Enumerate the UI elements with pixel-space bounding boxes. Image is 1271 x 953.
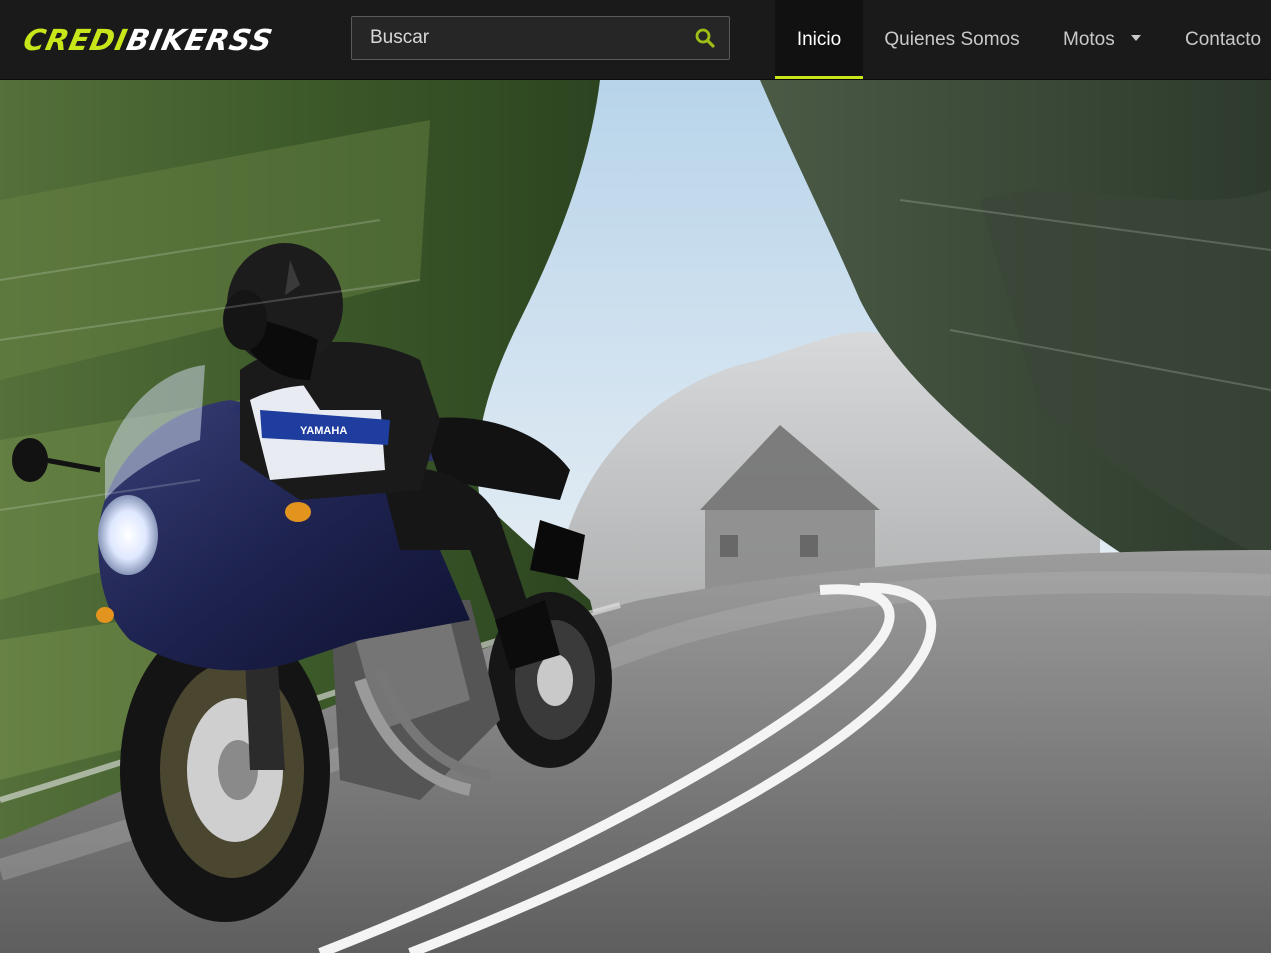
jacket-brand-text: YAMAHA <box>300 425 347 437</box>
page: CREDIBIKERSS Inicio Quienes Somos Motos <box>0 0 1271 953</box>
site-logo[interactable]: CREDI BIKERSS <box>20 22 276 58</box>
search-box <box>351 16 730 60</box>
nav-label-motos: Motos <box>1063 28 1115 50</box>
caret-down-icon <box>1130 34 1141 41</box>
nav-label-quienes-somos: Quienes Somos <box>884 28 1020 50</box>
nav-label-inicio: Inicio <box>796 28 842 50</box>
nav-item-motos-dropdown[interactable]: Motos <box>1041 0 1165 79</box>
hero-motorcycle-illustration: YAMAHA <box>0 80 1271 953</box>
search-input[interactable] <box>352 17 682 59</box>
nav-label-contacto: Contacto <box>1185 28 1262 50</box>
nav-item-quienes-somos[interactable]: Quienes Somos <box>863 0 1041 79</box>
logo-part-credi: CREDI <box>20 22 132 57</box>
magnifier-icon <box>695 28 715 48</box>
top-navbar: CREDIBIKERSS Inicio Quienes Somos Motos <box>0 0 1271 80</box>
main-nav: Inicio Quienes Somos Motos Contacto <box>775 0 1271 79</box>
logo-part-bikerss: BIKERSS <box>123 22 277 57</box>
nav-item-contacto[interactable]: Contacto <box>1165 0 1271 79</box>
hero-banner-image: YAMAHA <box>0 80 1271 953</box>
search-button[interactable] <box>693 26 717 50</box>
nav-item-inicio[interactable]: Inicio <box>775 0 863 79</box>
